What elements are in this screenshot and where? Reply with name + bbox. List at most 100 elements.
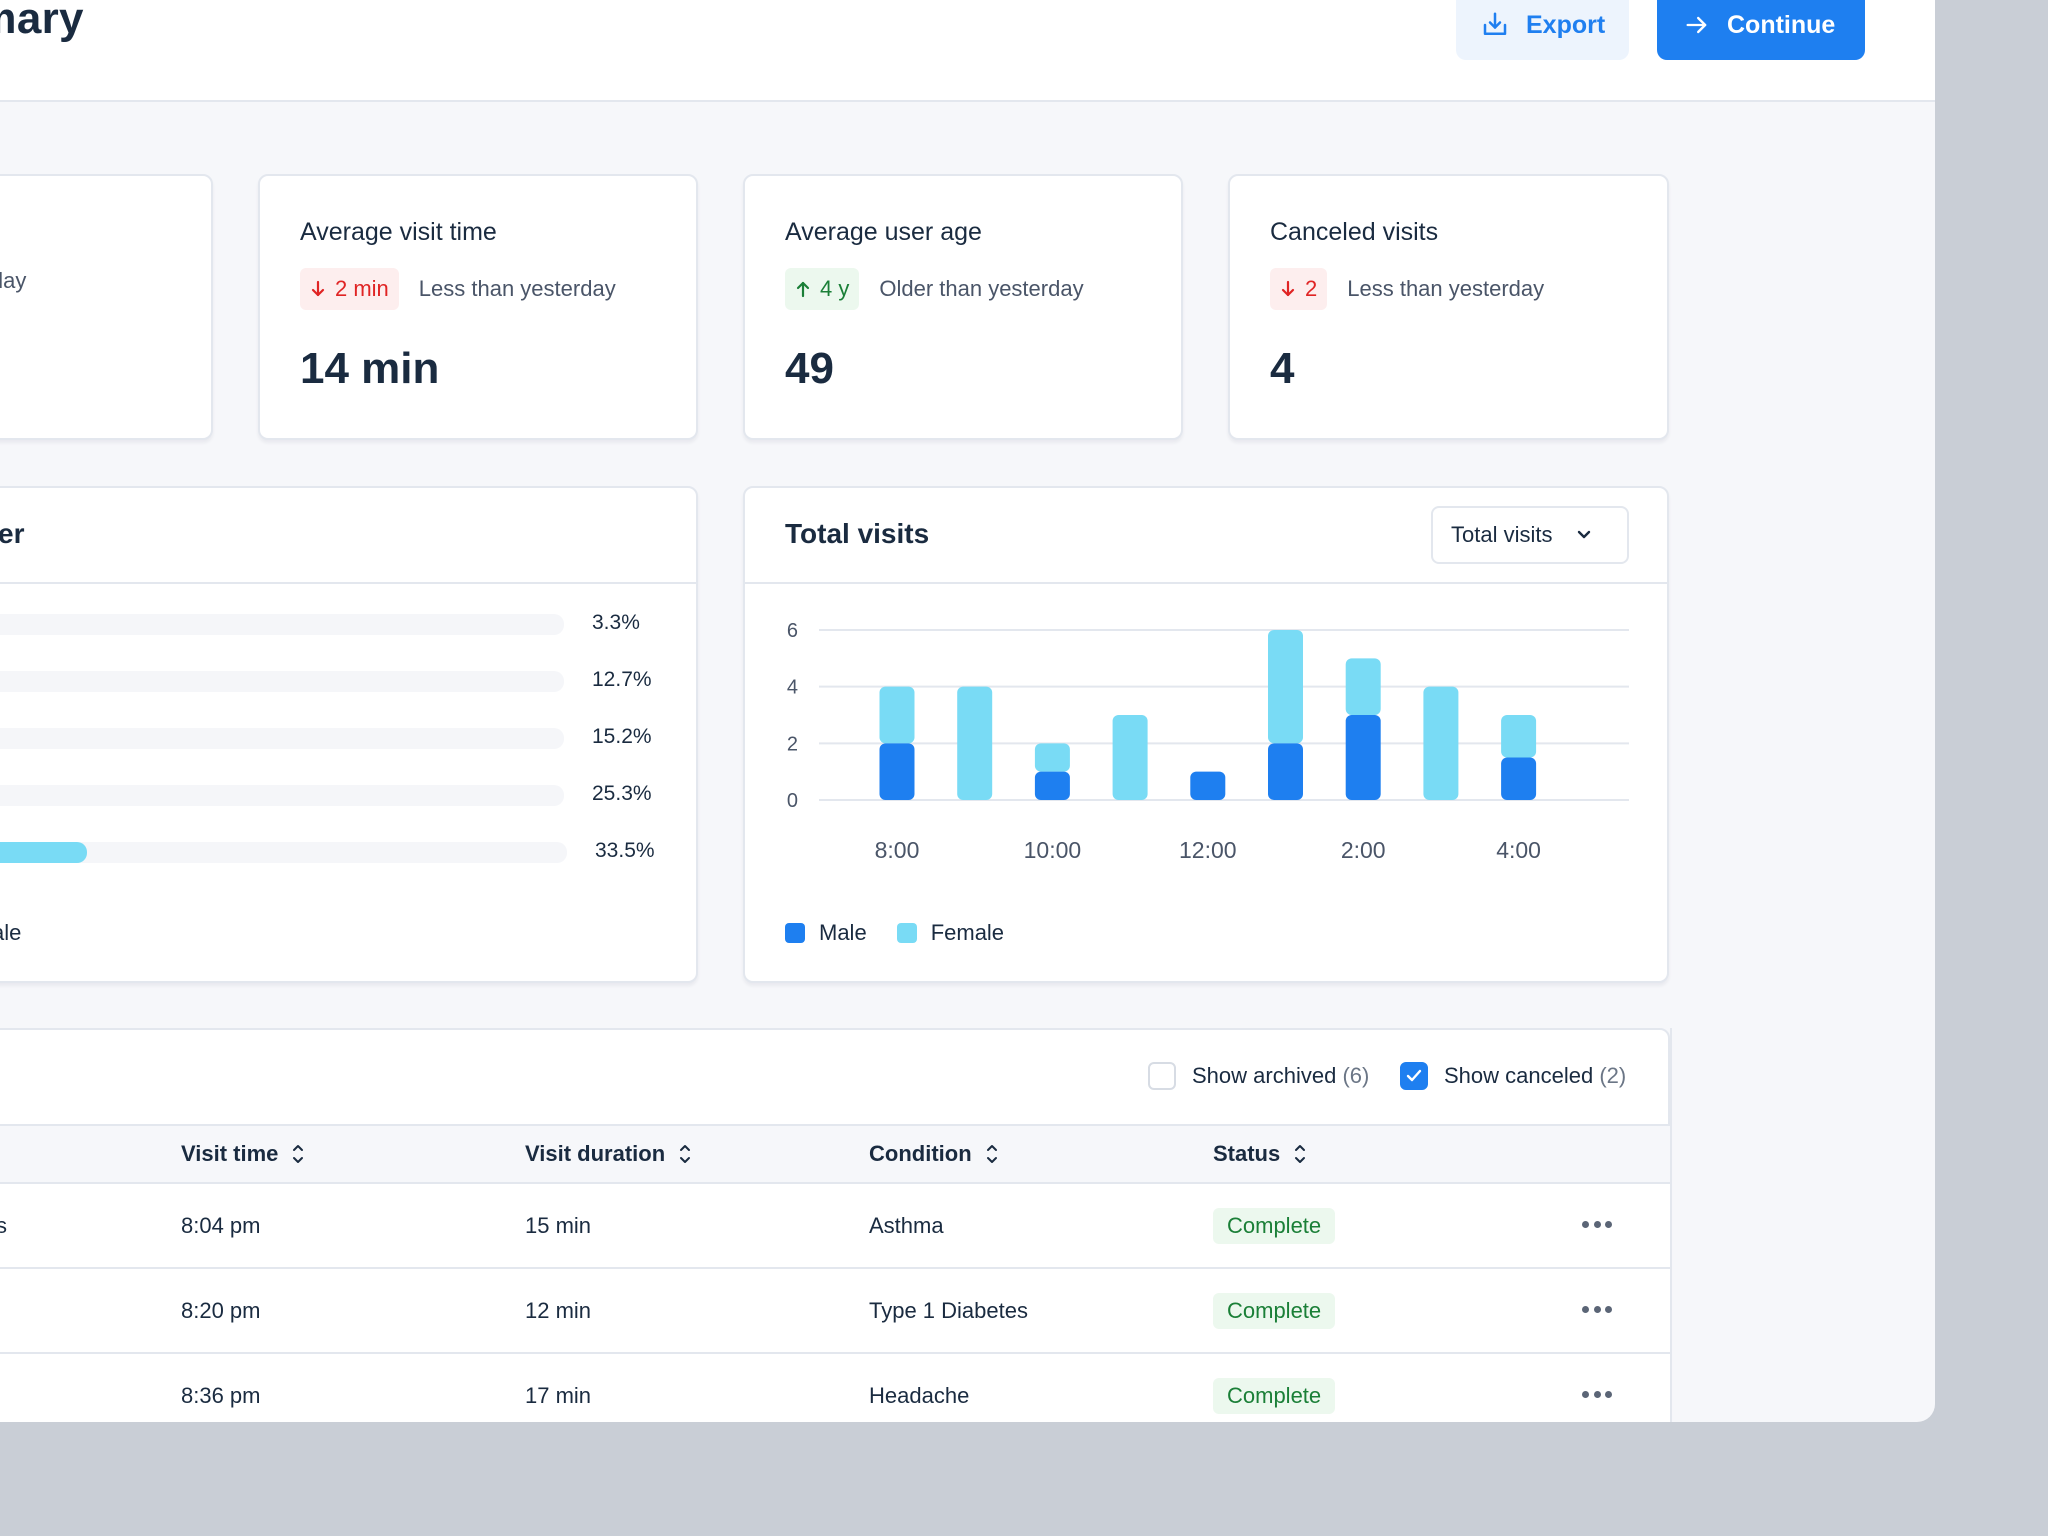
percent-label: 33.5% [595,839,655,862]
y-tick-label: 6 [787,620,798,642]
bar-female [957,686,993,800]
row-actions-button[interactable] [1582,1382,1612,1406]
legend-label-male: Male [819,920,867,945]
legend-swatch-male [785,923,805,943]
stat-card-average-user-age: Average user age 4 y Older than yesterda… [743,174,1183,440]
bar-female [1034,743,1070,772]
table-row[interactable]: 8:20 pm 12 min Type 1 Diabetes Complete [0,1269,1670,1354]
column-header-status[interactable]: Status [1213,1126,1306,1182]
app-window: mmary Export Continue esterday Average v… [0,0,1935,1422]
bar-male [1501,757,1537,800]
export-button[interactable]: Export [1456,0,1629,60]
bar-female [1423,686,1459,800]
checkbox-count: (6) [1342,1063,1370,1088]
sort-icon [680,1145,691,1163]
legend-label: ale [0,920,22,945]
stat-value: 14 min [300,344,440,393]
cell-condition: Asthma [869,1212,944,1238]
x-tick-label: 2:00 [1341,837,1386,863]
stat-subtitle: Less than yesterday [1347,276,1545,301]
delta-value: 2 min [335,276,389,301]
sort-icon [1295,1145,1306,1163]
arrow-down-icon [1281,280,1295,297]
column-header-condition[interactable]: Condition [869,1126,998,1182]
more-dots-icon [1582,1220,1589,1228]
page-header: mmary Export Continue [0,0,1935,102]
sort-icon [293,1145,304,1163]
arrow-right-icon [1686,16,1707,34]
percent-label: 25.3% [592,782,652,805]
legend-item-female-partial: ale [0,920,21,946]
y-tick-label: 2 [787,733,798,755]
progress-track [0,785,564,806]
cell-visit-time: 8:20 pm [181,1297,261,1323]
column-label: Status [1213,1141,1281,1166]
bar-male [879,743,915,800]
cell-visit-duration: 17 min [525,1382,592,1408]
panel-title: er [0,518,25,549]
stat-value: 4 [1270,344,1295,393]
chart-metric-select[interactable]: Total visits [1431,506,1629,564]
panel-divider [745,582,1667,584]
bar-female [1345,658,1381,715]
show-canceled-checkbox[interactable]: Show canceled (2) [1400,1062,1626,1090]
delta-badge: 4 y [785,268,860,310]
arrow-up-icon [796,281,810,298]
table-header: Visit time Visit duration Condition Stat… [0,1124,1670,1184]
bar-male [1268,743,1303,800]
x-tick-label: 12:00 [1179,837,1237,863]
delta-badge: 2 [1270,268,1328,310]
stat-card-partial: esterday [0,174,213,440]
cell-condition: Type 1 Diabetes [869,1297,1028,1323]
column-label: Condition [869,1141,972,1166]
percent-label: 3.3% [592,611,640,634]
checkbox-checked[interactable] [1400,1062,1428,1090]
progress-fill-female [0,842,88,863]
export-label: Export [1526,10,1606,39]
progress-track [0,614,564,635]
bar-female [879,686,915,744]
cell-visit-time: 8:36 pm [181,1382,261,1408]
continue-button[interactable]: Continue [1657,0,1865,60]
table-row[interactable]: s 8:04 pm 15 min Asthma Complete [0,1184,1670,1269]
x-tick-label: 4:00 [1496,837,1541,863]
table-card-border [1670,1028,1672,1422]
stat-title: Average user age [785,218,982,246]
bar-female [1112,715,1148,800]
arrow-down-icon [311,280,325,297]
status-badge: Complete [1213,1292,1336,1329]
column-header-visit-duration[interactable]: Visit duration [525,1126,691,1182]
checkmark-icon [1406,1069,1422,1082]
legend-label-female: Female [930,920,1005,945]
more-dots-icon [1582,1390,1589,1398]
total-visits-panel: Total visits Total visits 0 2 4 6 8:00 10:00 1… [743,486,1669,983]
column-label: Visit time [181,1141,279,1166]
column-header-visit-time[interactable]: Visit time [181,1126,304,1182]
progress-track [0,728,564,749]
select-value: Total visits [1451,522,1553,547]
delta-value: 2 [1305,276,1318,301]
legend-swatch-female [896,923,917,943]
chart-legend: Male Female [785,920,1004,946]
stat-title: Average visit time [300,218,497,246]
stat-value: 49 [785,344,834,393]
download-icon [1483,12,1507,35]
row-actions-button[interactable] [1582,1212,1612,1236]
x-tick-label: 8:00 [875,837,920,863]
percent-label: 12.7% [592,668,652,691]
checkbox-unchecked[interactable] [1148,1062,1176,1090]
cell-visit-duration: 12 min [525,1297,592,1323]
show-archived-checkbox[interactable]: Show archived (6) [1148,1062,1369,1090]
continue-label: Continue [1727,10,1836,39]
stat-subtitle: esterday [0,268,27,293]
cell-name-partial: s [0,1212,7,1238]
delta-value: 4 y [820,276,850,301]
total-visits-chart: 0 2 4 6 8:00 10:00 12:00 2:00 4:00 [787,620,1629,863]
bar-male [1345,715,1381,800]
bar-female [1501,715,1537,758]
stat-card-canceled-visits: Canceled visits 2 Less than yesterday 4 [1228,174,1669,440]
row-actions-button[interactable] [1582,1297,1612,1321]
bar-male [1034,771,1070,800]
panel-divider [0,582,696,584]
table-row[interactable]: 8:36 pm 17 min Headache Complete [0,1354,1670,1422]
